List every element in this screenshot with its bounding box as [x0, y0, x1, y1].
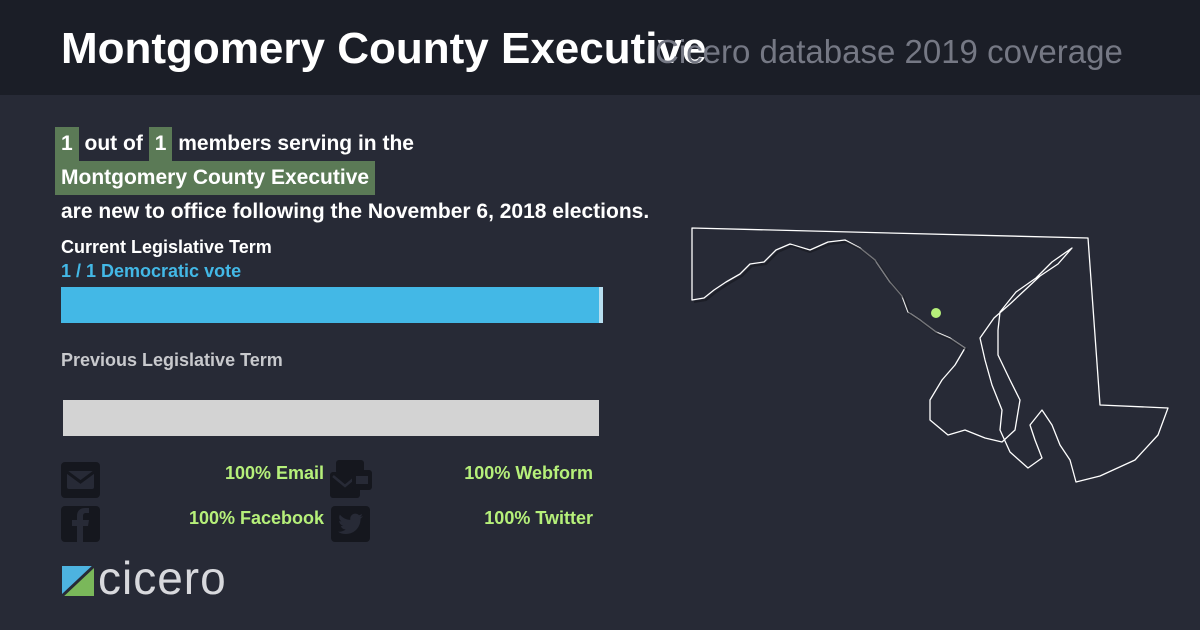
- webform-icon: [330, 460, 372, 505]
- current-term-vote: 1 / 1 Democratic vote: [61, 261, 242, 281]
- facebook-icon: [61, 506, 100, 547]
- twitter-icon: [331, 506, 370, 547]
- new-member-count: 1: [55, 127, 79, 161]
- twitter-coverage: 100% Twitter: [484, 508, 593, 528]
- total-member-count: 1: [148, 127, 173, 161]
- summary-line-2: Montgomery County Executive: [55, 161, 649, 195]
- location-marker: [931, 308, 941, 318]
- state-outline: [691, 227, 1169, 483]
- summary-members-text: members serving in the: [178, 132, 414, 155]
- previous-term-label: Previous Legislative Term: [61, 350, 283, 370]
- current-term-bar: [61, 287, 603, 323]
- summary-text: 1 out of 1 members serving in the Montgo…: [55, 127, 649, 229]
- page-title: Montgomery County Executive: [61, 24, 707, 73]
- state-map: [680, 220, 1180, 505]
- page-subtitle: Cicero database 2019 coverage: [655, 33, 1123, 70]
- header-bar: Montgomery County Executive Cicero datab…: [0, 0, 1200, 95]
- summary-closing: are new to office following the November…: [61, 200, 650, 223]
- summary-out-of: out of: [84, 132, 143, 155]
- current-term-bar-fill: [61, 287, 599, 323]
- email-coverage: 100% Email: [224, 463, 324, 483]
- previous-term-bar: [63, 400, 599, 436]
- body-name-highlight: Montgomery County Executive: [55, 161, 376, 195]
- envelope-icon: [61, 462, 100, 503]
- summary-line-1: 1 out of 1 members serving in the: [55, 127, 649, 161]
- current-term-label: Current Legislative Term: [61, 237, 272, 257]
- webform-coverage: 100% Webform: [464, 463, 593, 483]
- cicero-logo-text: cicero: [98, 552, 227, 604]
- cicero-logo-icon: [60, 564, 96, 601]
- facebook-coverage: 100% Facebook: [188, 508, 324, 528]
- current-term-bar-end: [599, 287, 603, 323]
